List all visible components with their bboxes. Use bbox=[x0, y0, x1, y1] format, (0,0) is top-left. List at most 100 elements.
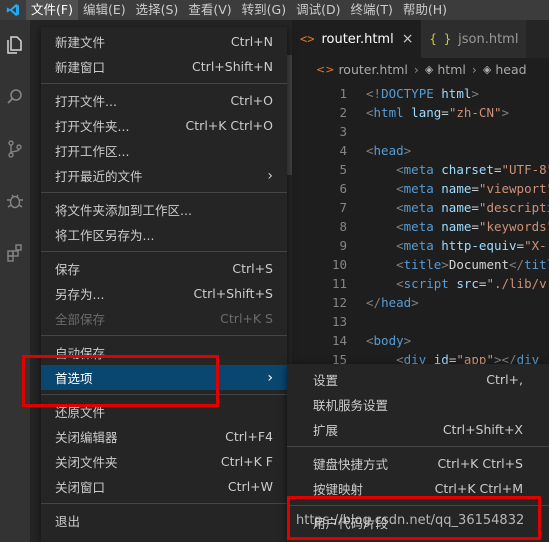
menubar-item[interactable]: 查看(V) bbox=[183, 0, 236, 20]
editor-tab-bar: <> router.html × { } json.html bbox=[292, 20, 549, 58]
html-file-icon: <> bbox=[316, 62, 335, 76]
code-line[interactable]: 14 <body> bbox=[292, 331, 549, 350]
menu-open-workspace[interactable]: 打开工作区... bbox=[41, 138, 287, 163]
breadcrumb-item[interactable]: router.html bbox=[338, 62, 407, 77]
code-text: <html lang="zh-CN"> bbox=[366, 105, 510, 120]
line-number: 2 bbox=[339, 105, 347, 120]
code-line[interactable]: 11 <script src="./lib/v bbox=[292, 274, 549, 293]
chevron-right-icon: › bbox=[413, 61, 419, 77]
menubar-item[interactable]: 编辑(E) bbox=[78, 0, 131, 20]
code-text: <script src="./lib/v bbox=[396, 276, 547, 291]
menu-close-editor[interactable]: 关闭编辑器 Ctrl+F4 bbox=[41, 424, 287, 449]
code-line[interactable]: 10 <title>Document</title bbox=[292, 255, 549, 274]
code-text: <meta name="keywords" bbox=[396, 219, 549, 234]
code-text: <meta name="viewport" bbox=[396, 181, 549, 196]
vscode-logo-icon bbox=[0, 0, 26, 20]
menu-item-shortcut: Ctrl+W bbox=[227, 479, 273, 494]
code-line[interactable]: 6 <meta name="viewport" bbox=[292, 179, 549, 198]
menu-item-label: 联机服务设置 bbox=[313, 398, 389, 413]
menu-item-label: 打开文件夹... bbox=[55, 119, 130, 134]
menu-item-label: 键盘快捷方式 bbox=[313, 457, 389, 472]
line-number: 14 bbox=[331, 333, 347, 348]
menubar-item[interactable]: 选择(S) bbox=[131, 0, 184, 20]
submenu-settings[interactable]: 设置 Ctrl+, bbox=[287, 367, 549, 392]
menu-item-shortcut: Ctrl+K Ctrl+O bbox=[185, 118, 273, 133]
menu-item-label: 新建文件 bbox=[55, 35, 106, 50]
submenu-extensions[interactable]: 扩展 Ctrl+Shift+X bbox=[287, 417, 549, 442]
tab-router-html[interactable]: <> router.html × bbox=[292, 20, 422, 58]
menu-item-label: 打开文件... bbox=[55, 94, 117, 109]
activity-bar bbox=[0, 20, 30, 542]
menu-exit[interactable]: 退出 bbox=[41, 508, 287, 533]
code-text: <meta name="description" bbox=[396, 200, 549, 215]
code-text: <body> bbox=[366, 333, 412, 348]
menu-separator bbox=[287, 446, 549, 447]
annotation-highlight-box bbox=[22, 355, 219, 407]
annotation-highlight-box bbox=[287, 496, 541, 540]
menu-item-shortcut: Ctrl+K S bbox=[220, 311, 273, 326]
menubar-item[interactable]: 转到(G) bbox=[237, 0, 291, 20]
code-line[interactable]: 8 <meta name="keywords" bbox=[292, 217, 549, 236]
menubar-item[interactable]: 帮助(H) bbox=[398, 0, 452, 20]
menu-save[interactable]: 保存 Ctrl+S bbox=[41, 256, 287, 281]
menu-separator bbox=[41, 192, 287, 193]
code-text: <head> bbox=[366, 143, 412, 158]
code-text: <!DOCTYPE html> bbox=[366, 86, 479, 101]
submenu-keyboard-shortcuts[interactable]: 键盘快捷方式 Ctrl+K Ctrl+S bbox=[287, 451, 549, 476]
menubar-item[interactable]: 调试(D) bbox=[291, 0, 345, 20]
menu-open-recent[interactable]: 打开最近的文件 › bbox=[41, 163, 287, 188]
menu-save-workspace-as[interactable]: 将工作区另存为... bbox=[41, 222, 287, 247]
debug-icon[interactable] bbox=[4, 190, 26, 212]
line-number: 7 bbox=[339, 200, 347, 215]
code-line[interactable]: 1 <!DOCTYPE html> bbox=[292, 84, 549, 103]
code-text: <meta http-equiv="X- bbox=[396, 238, 547, 253]
menu-bar: 文件(F) 编辑(E) 选择(S) 查看(V) 转到(G) 调试(D) 终端(T) 帮助(H) bbox=[0, 0, 549, 20]
menu-new-window[interactable]: 新建窗口 Ctrl+Shift+N bbox=[41, 54, 287, 79]
code-line[interactable]: 12 </head> bbox=[292, 293, 549, 312]
menu-close-window[interactable]: 关闭窗口 Ctrl+W bbox=[41, 474, 287, 499]
line-number: 12 bbox=[331, 295, 347, 310]
source-control-icon[interactable] bbox=[4, 138, 26, 160]
line-number: 9 bbox=[339, 238, 347, 253]
menu-add-folder-to-workspace[interactable]: 将文件夹添加到工作区... bbox=[41, 197, 287, 222]
breadcrumb-item[interactable]: html bbox=[437, 62, 465, 77]
tab-json-html[interactable]: { } json.html bbox=[421, 20, 527, 58]
menu-close-folder[interactable]: 关闭文件夹 Ctrl+K F bbox=[41, 449, 287, 474]
menu-save-as[interactable]: 另存为... Ctrl+Shift+S bbox=[41, 281, 287, 306]
code-line[interactable]: 4 <head> bbox=[292, 141, 549, 160]
code-line[interactable]: 5 <meta charset="UTF-8" bbox=[292, 160, 549, 179]
menu-item-label: 扩展 bbox=[313, 423, 339, 438]
files-icon[interactable] bbox=[4, 34, 26, 56]
breadcrumb: <> router.html › ◈ html › ◈ head bbox=[292, 58, 549, 80]
menu-item-label: 将工作区另存为... bbox=[55, 228, 155, 243]
menu-item-shortcut: Ctrl+K Ctrl+M bbox=[434, 481, 523, 496]
menubar-item[interactable]: 终端(T) bbox=[345, 0, 397, 20]
menubar-item[interactable]: 文件(F) bbox=[26, 0, 78, 20]
menu-open-folder[interactable]: 打开文件夹... Ctrl+K Ctrl+O bbox=[41, 113, 287, 138]
submenu-online-services-settings[interactable]: 联机服务设置 bbox=[287, 392, 549, 417]
menu-item-shortcut: Ctrl+K F bbox=[220, 454, 273, 469]
code-line[interactable]: 2 <html lang="zh-CN"> bbox=[292, 103, 549, 122]
search-icon[interactable] bbox=[4, 86, 26, 108]
line-number: 11 bbox=[331, 276, 347, 291]
line-number: 5 bbox=[339, 162, 347, 177]
code-line[interactable]: 3 bbox=[292, 122, 549, 141]
chevron-right-icon: › bbox=[471, 61, 477, 77]
extensions-icon[interactable] bbox=[4, 242, 26, 264]
chevron-right-icon: › bbox=[267, 167, 273, 184]
close-icon[interactable]: × bbox=[402, 31, 414, 47]
breadcrumb-item[interactable]: head bbox=[495, 62, 526, 77]
menu-new-file[interactable]: 新建文件 Ctrl+N bbox=[41, 29, 287, 54]
code-line[interactable]: 9 <meta http-equiv="X- bbox=[292, 236, 549, 255]
menu-item-label: 关闭窗口 bbox=[55, 480, 106, 495]
menu-open-file[interactable]: 打开文件... Ctrl+O bbox=[41, 88, 287, 113]
menu-item-shortcut: Ctrl+Shift+N bbox=[192, 59, 273, 74]
code-text: <meta charset="UTF-8" bbox=[396, 162, 549, 177]
code-line[interactable]: 7 <meta name="description" bbox=[292, 198, 549, 217]
code-line[interactable]: 13 bbox=[292, 312, 549, 331]
code-text: </head> bbox=[366, 295, 419, 310]
line-number: 6 bbox=[339, 181, 347, 196]
menu-item-label: 退出 bbox=[55, 514, 81, 529]
line-number: 1 bbox=[339, 86, 347, 101]
menu-item-shortcut: Ctrl+O bbox=[230, 93, 273, 108]
